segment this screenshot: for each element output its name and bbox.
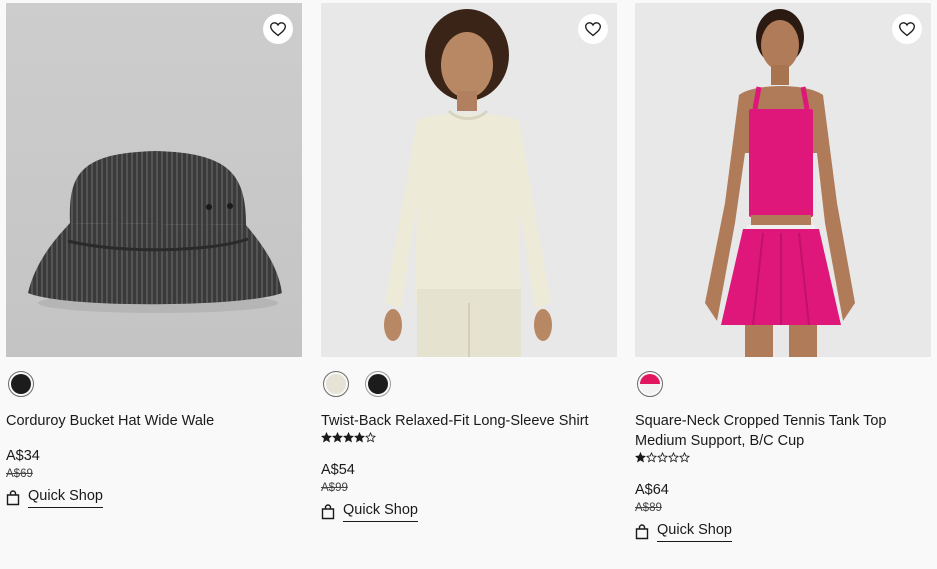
quick-shop-button[interactable]: Quick Shop xyxy=(635,522,931,542)
product-card[interactable]: Twist-Back Relaxed-Fit Long-Sleeve Shirt… xyxy=(321,3,617,522)
swatch-color xyxy=(368,374,388,394)
shopping-bag-icon xyxy=(6,490,20,506)
product-image[interactable] xyxy=(321,3,617,357)
original-price: A$89 xyxy=(635,502,662,514)
color-swatches xyxy=(6,357,302,411)
shopping-bag-icon xyxy=(635,524,649,540)
quick-shop-label: Quick Shop xyxy=(343,502,418,522)
star-icon xyxy=(668,452,679,463)
star-icon xyxy=(679,452,690,463)
star-icon xyxy=(365,432,376,443)
color-swatch[interactable] xyxy=(323,371,349,397)
heart-icon xyxy=(270,21,286,36)
original-price: A$99 xyxy=(321,482,348,494)
wishlist-button[interactable] xyxy=(578,14,608,44)
star-icon xyxy=(332,432,343,443)
color-swatch[interactable] xyxy=(365,371,391,397)
quick-shop-button[interactable]: Quick Shop xyxy=(6,488,302,508)
product-image[interactable] xyxy=(635,3,931,357)
product-title[interactable]: Twist-Back Relaxed-Fit Long-Sleeve Shirt xyxy=(321,411,617,431)
sale-price: A$54 xyxy=(321,462,355,478)
product-card[interactable]: Square-Neck Cropped Tennis Tank Top Medi… xyxy=(635,3,931,542)
original-price: A$69 xyxy=(6,468,33,480)
heart-icon xyxy=(899,21,915,36)
star-icon xyxy=(635,452,646,463)
quick-shop-label: Quick Shop xyxy=(28,488,103,508)
star-rating xyxy=(321,432,617,446)
sale-price: A$34 xyxy=(6,448,40,464)
tennis-tank-top-photo xyxy=(635,3,931,357)
product-grid: Corduroy Bucket Hat Wide Wale A$34 A$69 … xyxy=(0,0,937,569)
star-icon xyxy=(321,432,332,443)
swatch-color xyxy=(326,374,346,394)
wishlist-button[interactable] xyxy=(892,14,922,44)
color-swatches xyxy=(635,357,931,411)
quick-shop-label: Quick Shop xyxy=(657,522,732,542)
product-image[interactable] xyxy=(6,3,302,357)
swatch-color xyxy=(640,374,660,394)
shopping-bag-icon xyxy=(321,504,335,520)
color-swatch[interactable] xyxy=(637,371,663,397)
long-sleeve-shirt-photo xyxy=(321,3,617,357)
product-title[interactable]: Corduroy Bucket Hat Wide Wale xyxy=(6,411,302,431)
product-title[interactable]: Square-Neck Cropped Tennis Tank Top Medi… xyxy=(635,411,931,451)
swatch-color xyxy=(11,374,31,394)
product-card[interactable]: Corduroy Bucket Hat Wide Wale A$34 A$69 … xyxy=(6,3,302,508)
color-swatch[interactable] xyxy=(8,371,34,397)
sale-price: A$64 xyxy=(635,482,669,498)
wishlist-button[interactable] xyxy=(263,14,293,44)
heart-icon xyxy=(585,21,601,36)
quick-shop-button[interactable]: Quick Shop xyxy=(321,502,617,522)
color-swatches xyxy=(321,357,617,411)
bucket-hat-photo xyxy=(6,3,302,357)
star-icon xyxy=(657,452,668,463)
star-rating xyxy=(635,452,931,466)
star-icon xyxy=(343,432,354,443)
star-icon xyxy=(354,432,365,443)
star-icon xyxy=(646,452,657,463)
